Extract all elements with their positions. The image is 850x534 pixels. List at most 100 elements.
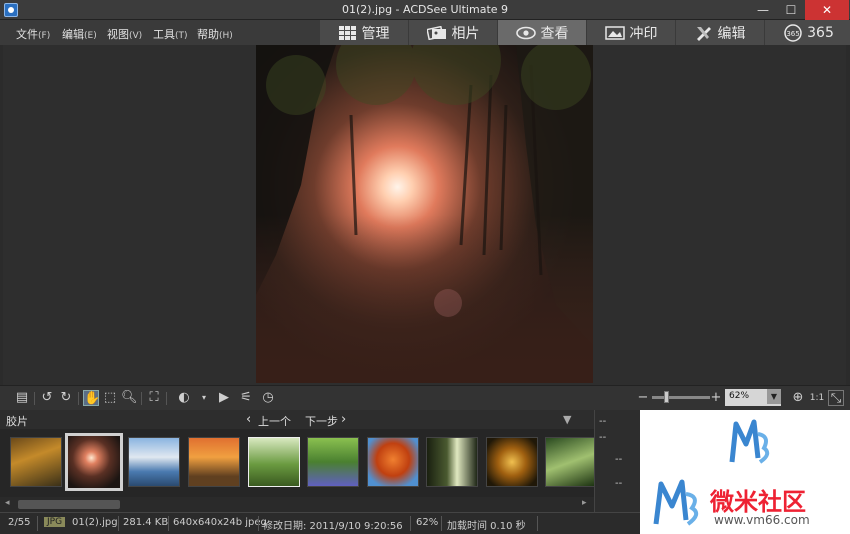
toolbar-separator [78,392,79,405]
viewer-toolbar: ▤ ↺ ↻ ✋ ⬚ 🔍︎ ⛶ ◐ ▾ ▶ ⚟ ◷ − + 62% ▼ ⊕ 1:1… [0,385,850,410]
zoom-out-button[interactable]: − [635,390,651,406]
toolbar-separator [34,392,35,405]
tab-develop[interactable]: 冲印 [587,20,675,45]
select-tool-icon[interactable]: ⬚ [102,390,118,406]
fullscreen-icon[interactable]: ⛶ [146,390,162,406]
tab-view-label: 查看 [540,25,569,42]
cloud-365-icon: 365 [784,23,802,42]
tab-edit-label: 编辑 [717,25,746,42]
hand-tool-icon[interactable]: ✋ [83,390,100,406]
vm66-logo-small-icon [653,479,699,526]
site-watermark: 微米社区 www.vm66.com [640,410,850,534]
chevron-left-icon[interactable]: ‹ [246,412,251,427]
status-separator [441,516,442,531]
svg-text:365: 365 [786,30,799,38]
filmstrip-header: 胶片 ‹ 上一个 下一步 › ▼ [0,410,594,429]
status-separator [537,516,538,531]
vm66-logo-icon [729,419,770,464]
status-separator [37,516,38,531]
chevron-right-icon[interactable]: › [341,412,346,427]
property-value: -- [615,454,623,465]
fit-window-icon[interactable]: ⤡ [828,390,844,406]
thumbnail[interactable] [188,437,240,487]
menu-tools[interactable]: 工具(T) [153,26,188,42]
scroll-left-icon[interactable]: ◂ [5,498,10,508]
thumbnail[interactable] [248,437,300,487]
zoom-fit-icon[interactable]: ⊕ [790,390,806,406]
tab-manage[interactable]: 管理 [320,20,408,45]
close-button[interactable]: ✕ [805,0,849,20]
thumbnail[interactable] [486,437,538,487]
main-photo[interactable] [256,45,593,383]
zoom-in-button[interactable]: + [708,390,724,406]
rotate-right-icon[interactable]: ↻ [58,390,74,406]
menu-edit[interactable]: 编辑(E) [62,26,97,42]
thumbnail[interactable] [307,437,359,487]
tab-manage-label: 管理 [361,25,390,42]
thumbnail[interactable] [367,437,419,487]
tab-photos[interactable]: 相片 [409,20,497,45]
title-bar: 01(2).jpg - ACDSee Ultimate 9 — ☐ ✕ [0,0,850,20]
thumbnail-selected[interactable] [65,433,123,491]
status-separator [410,516,411,531]
edit-icon [696,26,711,41]
property-value: -- [599,432,607,443]
maximize-button[interactable]: ☐ [778,0,804,20]
collapse-triangle-icon[interactable]: ▼ [563,413,571,426]
tab-view[interactable]: 查看 [498,20,586,45]
filmstrip-label: 胶片 [6,415,28,428]
menu-view[interactable]: 视图(V) [107,26,142,42]
previous-button[interactable]: 上一个 [258,413,291,429]
menu-file[interactable]: 文件(F) [16,26,50,42]
next-button[interactable]: 下一步 [305,413,338,429]
image-index: 2/55 [8,517,31,528]
status-separator [258,516,259,531]
status-separator [168,516,169,531]
photos-icon [426,25,446,40]
develop-icon [604,25,625,40]
dropdown-arrow-icon[interactable]: ▾ [196,390,212,406]
zoom-tool-icon[interactable]: 🔍︎ [121,390,138,406]
zoom-level-select[interactable]: 62% ▼ [725,389,781,406]
thumbnail[interactable] [10,437,62,487]
rotate-left-icon[interactable]: ↺ [39,390,55,406]
watermark-url: www.vm66.com [714,513,810,527]
actual-size-button[interactable]: 1:1 [809,390,825,406]
toolbar-separator [141,392,142,405]
mode-tabs: 管理 相片 查看 冲印 编辑 365 365 [320,20,850,45]
filmstrip-scrollbar[interactable]: ◂ ▸ [0,497,594,512]
thumbnail[interactable] [128,437,180,487]
play-slideshow-icon[interactable]: ▶ [216,390,232,406]
image-viewer[interactable] [3,45,846,385]
minimize-button[interactable]: — [750,0,776,20]
color-settings-icon[interactable]: ◐ [176,390,192,406]
file-name: 01(2).jpg [72,517,118,528]
tab-photos-label: 相片 [451,25,480,42]
chevron-down-icon[interactable]: ▼ [767,389,781,404]
scroll-right-icon[interactable]: ▸ [582,498,587,508]
format-badge: JPG [44,517,66,527]
eye-icon [515,26,536,39]
load-time: 加载时间 0.10 秒 [447,521,526,532]
status-separator [118,516,119,531]
toolbar-separator [166,392,167,405]
thumbnail[interactable] [545,437,597,487]
property-value: -- [599,416,607,427]
zoom-status: 62% [416,517,439,528]
zoom-slider-thumb[interactable] [664,391,669,403]
file-size: 281.4 KB [123,517,169,528]
tab-develop-label: 冲印 [629,25,658,42]
thumbnail[interactable] [426,437,478,487]
save-icon[interactable]: ▤ [14,390,30,406]
auto-advance-icon[interactable]: ◷ [260,390,276,406]
zoom-slider[interactable] [652,396,710,399]
adjust-sliders-icon[interactable]: ⚟ [238,390,254,406]
tab-365[interactable]: 365 365 [765,20,850,45]
tab-edit[interactable]: 编辑 [676,20,764,45]
menu-help[interactable]: 帮助(H) [197,26,233,42]
modified-date: 修改日期: 2011/9/10 9:20:56 [263,521,403,532]
scroll-thumb[interactable] [18,500,120,509]
grid-icon [338,25,356,40]
properties-pane: -- -- -- -- [594,410,640,512]
image-dimensions: 640x640x24b jpeg [173,517,267,528]
